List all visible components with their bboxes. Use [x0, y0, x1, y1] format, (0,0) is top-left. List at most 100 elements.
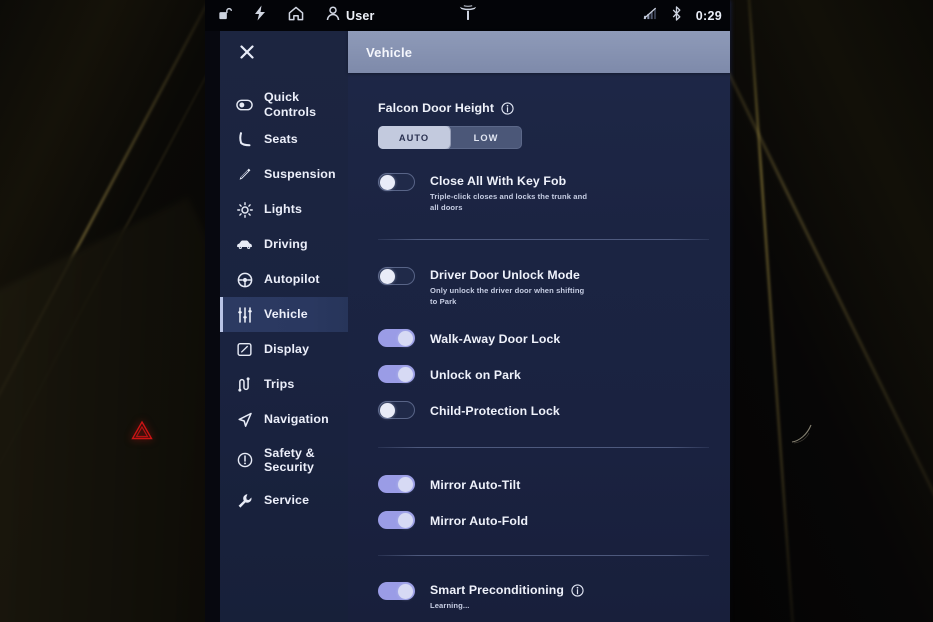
settings-panel: Quick Controls Seats Suspension Lights D… — [220, 31, 730, 622]
setting-title-text: Smart Preconditioning — [430, 583, 564, 597]
sidebar-item-label: Navigation — [264, 412, 329, 427]
status-bar-left-group: User — [217, 5, 375, 26]
close-icon[interactable] — [236, 41, 258, 63]
falcon-door-height-option-auto[interactable]: AUTO — [378, 126, 450, 149]
user-profile-icon — [326, 5, 340, 26]
steering-wheel-icon — [236, 271, 253, 288]
section-divider — [378, 447, 709, 448]
toggle-smart-preconditioning[interactable] — [378, 582, 415, 600]
toggle-knob — [398, 584, 413, 599]
display-icon — [236, 341, 253, 358]
sidebar-item-navigation[interactable]: Navigation — [220, 402, 348, 437]
cabin-right-trim — [662, 0, 933, 622]
setting-title: Child-Protection Lock — [430, 403, 560, 418]
sidebar-item-display[interactable]: Display — [220, 332, 348, 367]
no-signal-icon[interactable] — [643, 7, 657, 25]
quick-controls-icon — [236, 96, 253, 113]
toggle-child-protection-lock[interactable] — [378, 401, 415, 419]
setting-description: Only unlock the driver door when shiftin… — [430, 286, 585, 306]
setting-row-unlock-on-park: Unlock on Park — [378, 365, 717, 383]
info-icon[interactable] — [571, 583, 584, 597]
bluetooth-icon[interactable] — [671, 5, 682, 26]
sidebar-item-label: Display — [264, 342, 310, 357]
sidebar-item-label: Service — [264, 493, 310, 508]
toggle-knob — [380, 403, 395, 418]
center-touchscreen: User 0:29 Quick Controls Seats Suspensio… — [205, 0, 730, 622]
sidebar-nav: Quick Controls Seats Suspension Lights D… — [220, 87, 348, 518]
setting-description: Triple-click closes and locks the trunk … — [430, 192, 588, 212]
door-trim-strip — [743, 0, 800, 622]
toggle-mirror-auto-tilt[interactable] — [378, 475, 415, 493]
setting-title: Close All With Key Fob — [430, 174, 567, 188]
toggle-knob — [380, 269, 395, 284]
setting-title: Smart Preconditioning — [430, 583, 584, 597]
sidebar-item-label: Vehicle — [264, 307, 308, 322]
sidebar-item-label: Suspension — [264, 167, 336, 182]
setting-row-walk-away-door-lock: Walk-Away Door Lock — [378, 329, 717, 347]
lights-icon — [236, 201, 253, 218]
setting-row-mirror-auto-fold: Mirror Auto-Fold — [378, 511, 717, 529]
toggle-knob — [380, 175, 395, 190]
falcon-door-height-section: Falcon Door Height — [378, 73, 717, 115]
seat-icon — [236, 131, 253, 148]
page-title: Vehicle — [366, 44, 413, 60]
status-bar: User 0:29 — [205, 0, 730, 31]
settings-content: Vehicle Falcon Door Height AUTO LOW Clos… — [348, 31, 730, 622]
content-header: Vehicle — [348, 31, 730, 73]
sidebar-item-lights[interactable]: Lights — [220, 192, 348, 227]
sliders-icon — [236, 306, 253, 323]
sidebar-item-label: Safety & Security — [264, 445, 315, 474]
falcon-door-height-option-low[interactable]: LOW — [450, 126, 522, 149]
info-icon[interactable] — [501, 101, 514, 115]
suspension-icon — [236, 166, 253, 183]
settings-sidebar: Quick Controls Seats Suspension Lights D… — [220, 31, 348, 622]
sidebar-item-label: Seats — [264, 132, 298, 147]
wrench-icon — [236, 492, 253, 509]
toggle-mirror-auto-fold[interactable] — [378, 511, 415, 529]
sidebar-close-row — [220, 31, 348, 73]
sidebar-item-label: Lights — [264, 202, 303, 217]
status-bar-clock: 0:29 — [695, 8, 722, 23]
lock-icon[interactable] — [217, 6, 233, 26]
sidebar-item-autopilot[interactable]: Autopilot — [220, 262, 348, 297]
setting-row-mirror-auto-tilt: Mirror Auto-Tilt — [378, 475, 717, 493]
content-body: Falcon Door Height AUTO LOW Close All Wi… — [348, 73, 730, 622]
safety-alert-icon — [236, 452, 253, 469]
toggle-knob — [398, 513, 413, 528]
tesla-logo-icon — [458, 4, 478, 27]
home-icon[interactable] — [288, 6, 304, 26]
setting-title: Unlock on Park — [430, 367, 521, 382]
screenshot-scene: User 0:29 Quick Controls Seats Suspensio… — [0, 0, 933, 622]
sidebar-item-label: Trips — [264, 377, 295, 392]
setting-title: Mirror Auto-Tilt — [430, 477, 521, 492]
cabin-left-trim — [0, 0, 416, 622]
setting-description: Learning... — [430, 601, 470, 610]
status-bar-right-group: 0:29 — [643, 5, 722, 26]
charging-bolt-icon[interactable] — [254, 5, 266, 26]
sidebar-item-vehicle[interactable]: Vehicle — [220, 297, 348, 332]
toggle-knob — [398, 477, 413, 492]
user-profile-button[interactable]: User — [326, 5, 375, 26]
sidebar-item-seats[interactable]: Seats — [220, 122, 348, 157]
section-divider — [378, 239, 709, 240]
setting-row-smart-preconditioning: Smart Preconditioning Learning... — [378, 582, 717, 611]
falcon-door-height-label: Falcon Door Height — [378, 101, 495, 115]
sidebar-item-suspension[interactable]: Suspension — [220, 157, 348, 192]
sidebar-item-safety-security[interactable]: Safety & Security — [220, 437, 348, 483]
toggle-driver-door-unlock-mode[interactable] — [378, 267, 415, 285]
sidebar-item-driving[interactable]: Driving — [220, 227, 348, 262]
falcon-door-height-segmented-control[interactable]: AUTO LOW — [378, 126, 522, 149]
sidebar-item-label: Driving — [264, 237, 308, 252]
toggle-walk-away-door-lock[interactable] — [378, 329, 415, 347]
sidebar-item-service[interactable]: Service — [220, 483, 348, 518]
sidebar-item-trips[interactable]: Trips — [220, 367, 348, 402]
setting-title: Walk-Away Door Lock — [430, 331, 561, 346]
trips-icon — [236, 376, 253, 393]
car-icon — [236, 236, 253, 253]
section-divider — [378, 555, 709, 556]
toggle-unlock-on-park[interactable] — [378, 365, 415, 383]
toggle-close-all-with-key-fob[interactable] — [378, 173, 415, 191]
sidebar-item-quick-controls[interactable]: Quick Controls — [220, 87, 348, 122]
toggle-knob — [398, 331, 413, 346]
hazard-warning-button[interactable] — [131, 420, 153, 440]
